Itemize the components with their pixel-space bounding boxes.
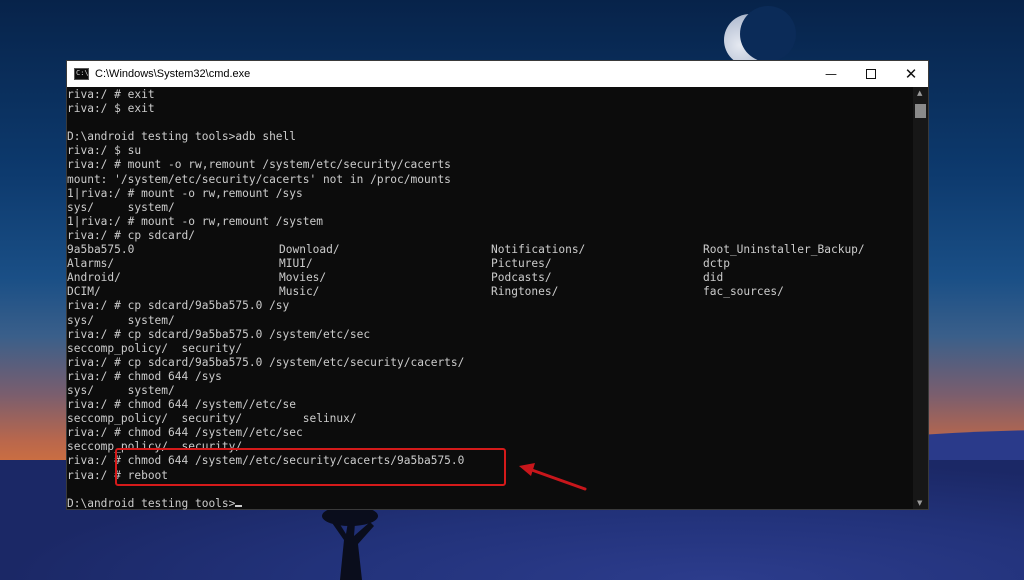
sdcard-listing-row: DCIM/ Music/ Ringtones/ fac_sources/ bbox=[67, 285, 913, 299]
scroll-down-arrow-icon[interactable]: ▼ bbox=[917, 499, 922, 507]
listing-cell: Root_Uninstaller_Backup/ bbox=[703, 243, 865, 257]
listing-cell: did bbox=[703, 271, 724, 285]
highlight-box bbox=[115, 448, 506, 486]
console-line: riva:/ # mount -o rw,remount /system/etc… bbox=[67, 158, 451, 172]
console-line: D:\android testing tools>adb shell bbox=[67, 130, 297, 144]
console-line: riva:/ # exit bbox=[67, 88, 155, 101]
listing-cell: Podcasts/ bbox=[491, 271, 552, 285]
console-line: sys/ system/ bbox=[67, 313, 175, 327]
window-title: C:\Windows\System32\cmd.exe bbox=[95, 68, 251, 80]
sdcard-listing-row: 9a5ba575.0 Download/ Notifications/ Root… bbox=[67, 243, 913, 257]
prompt-text: D:\android testing tools> bbox=[67, 496, 236, 510]
console-line: riva:/ # cp sdcard/9a5ba575.0 /system/et… bbox=[67, 355, 465, 369]
wallpaper-tree bbox=[322, 506, 378, 580]
console-line: riva:/ # cp sdcard/9a5ba575.0 /sy bbox=[67, 299, 290, 313]
cmd-app-icon: C:\ bbox=[74, 68, 89, 80]
listing-cell: Movies/ bbox=[279, 271, 327, 285]
listing-cell: DCIM/ bbox=[67, 285, 101, 299]
listing-cell: Download/ bbox=[279, 243, 340, 257]
scroll-up-arrow-icon[interactable]: ▲ bbox=[917, 89, 922, 97]
minimize-button[interactable]: — bbox=[811, 61, 851, 87]
listing-cell: fac_sources/ bbox=[703, 285, 784, 299]
text-cursor bbox=[235, 504, 243, 507]
prompt-line[interactable]: D:\android testing tools> bbox=[67, 497, 913, 510]
vertical-scrollbar[interactable]: ▲ ▼ bbox=[913, 87, 928, 509]
close-button[interactable]: ✕ bbox=[891, 61, 931, 87]
listing-cell: dctp bbox=[703, 257, 730, 271]
listing-cell: Android/ bbox=[67, 271, 121, 285]
console-line: sys/ system/ bbox=[67, 200, 175, 214]
console-line: riva:/ # cp sdcard/ bbox=[67, 228, 195, 242]
listing-cell: 9a5ba575.0 bbox=[67, 243, 135, 257]
console-line: riva:/ # chmod 644 /system//etc/sec bbox=[67, 426, 303, 440]
console-line: riva:/ $ exit bbox=[67, 102, 155, 116]
console-line: riva:/ # cp sdcard/9a5ba575.0 /system/et… bbox=[67, 327, 371, 341]
listing-cell: Ringtones/ bbox=[491, 285, 559, 299]
cmd-window: C:\ C:\Windows\System32\cmd.exe — ✕ riva… bbox=[66, 60, 929, 510]
maximize-icon bbox=[866, 69, 876, 79]
listing-cell: Music/ bbox=[279, 285, 320, 299]
console-line: seccomp_policy/ security/ selinux/ bbox=[67, 412, 357, 426]
console-line: 1|riva:/ # mount -o rw,remount /sys bbox=[67, 186, 303, 200]
title-bar[interactable]: C:\ C:\Windows\System32\cmd.exe — ✕ bbox=[67, 61, 928, 87]
console-line: 1|riva:/ # mount -o rw,remount /system bbox=[67, 214, 323, 228]
minimize-icon: — bbox=[825, 67, 837, 81]
console-line: sys/ system/ bbox=[67, 383, 175, 397]
scrollbar-thumb[interactable] bbox=[915, 104, 926, 118]
sdcard-listing-row: Android/ Movies/ Podcasts/ did bbox=[67, 271, 913, 285]
wallpaper-moon-shadow bbox=[740, 6, 796, 62]
console-line: mount: '/system/etc/security/cacerts' no… bbox=[67, 172, 451, 186]
listing-cell: MIUI/ bbox=[279, 257, 313, 271]
console-line: seccomp_policy/ security/ bbox=[67, 341, 243, 355]
console-line: riva:/ # chmod 644 /sys bbox=[67, 369, 222, 383]
listing-cell: Alarms/ bbox=[67, 257, 115, 271]
maximize-button[interactable] bbox=[851, 61, 891, 87]
annotation-arrow-icon bbox=[519, 463, 587, 491]
console-line: riva:/ # chmod 644 /system//etc/se bbox=[67, 398, 297, 412]
console-line: riva:/ $ su bbox=[67, 144, 142, 158]
console-output[interactable]: riva:/ # exit riva:/ $ exit D:\android t… bbox=[67, 87, 913, 510]
sdcard-listing-row: Alarms/ MIUI/ Pictures/ dctp bbox=[67, 257, 913, 271]
cmd-app-icon-text: C:\ bbox=[76, 69, 89, 77]
listing-cell: Notifications/ bbox=[491, 243, 586, 257]
listing-cell: Pictures/ bbox=[491, 257, 552, 271]
close-icon: ✕ bbox=[904, 65, 918, 83]
